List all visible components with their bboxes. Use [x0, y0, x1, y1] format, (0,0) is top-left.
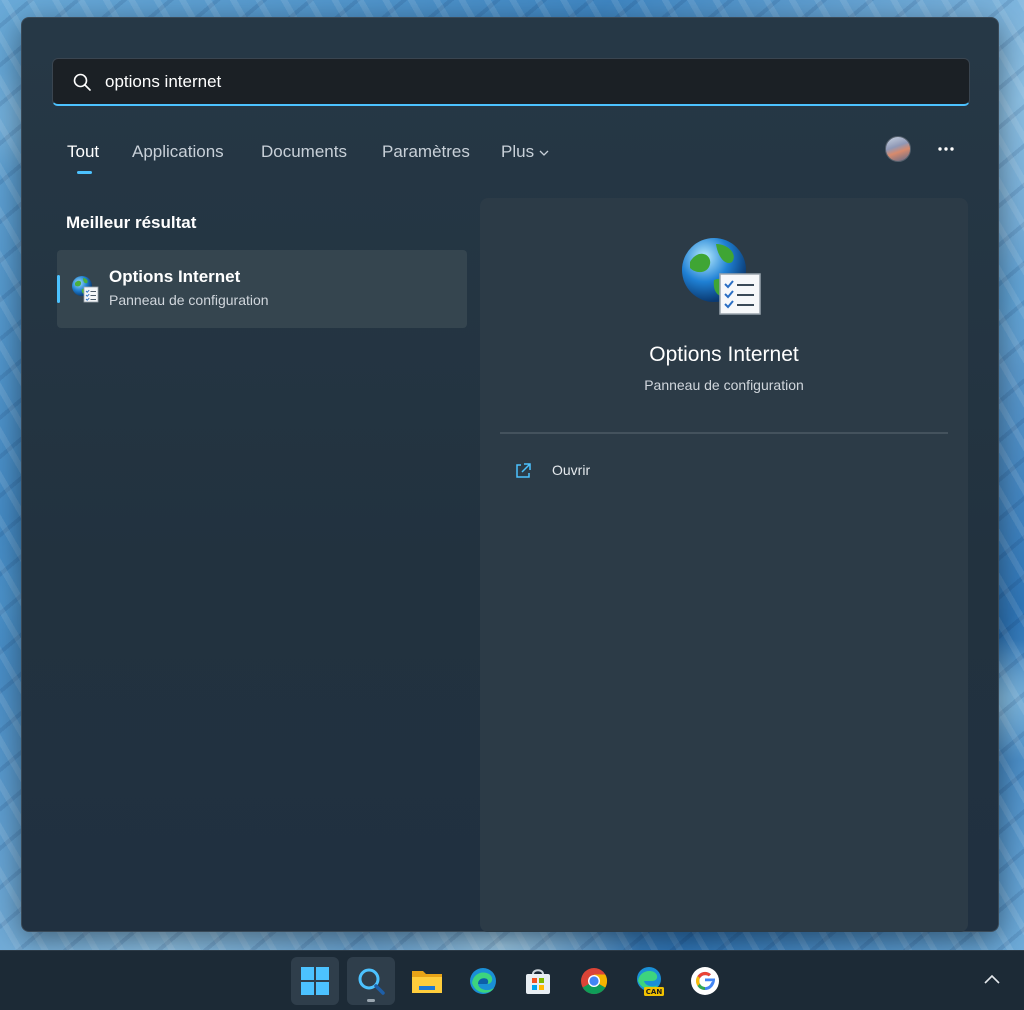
- search-taskbar-icon: [358, 968, 385, 995]
- running-indicator: [367, 999, 375, 1002]
- tab-applications[interactable]: Applications: [132, 142, 224, 162]
- file-explorer-icon: [412, 971, 442, 993]
- selection-indicator: [57, 275, 60, 303]
- microsoft-store-button[interactable]: [514, 957, 562, 1005]
- open-action[interactable]: Ouvrir: [514, 460, 714, 484]
- google-icon: [691, 967, 719, 995]
- open-external-icon: [516, 463, 531, 478]
- user-avatar[interactable]: [885, 136, 911, 162]
- edge-icon: [470, 968, 496, 994]
- tab-parametres[interactable]: Paramètres: [382, 142, 470, 162]
- start-button[interactable]: [291, 957, 339, 1005]
- search-taskbar-button[interactable]: [347, 957, 395, 1005]
- edge-button[interactable]: [459, 957, 507, 1005]
- result-subtitle: Panneau de configuration: [109, 292, 269, 308]
- internet-options-icon: [682, 238, 761, 315]
- open-action-label: Ouvrir: [552, 462, 591, 478]
- tab-plus[interactable]: Plus: [501, 142, 534, 162]
- result-detail-pane: Options Internet Panneau de configuratio…: [480, 198, 968, 932]
- chevron-down-icon[interactable]: [539, 150, 549, 157]
- detail-title: Options Internet: [649, 343, 799, 366]
- more-options-icon[interactable]: [936, 136, 956, 162]
- file-explorer-button[interactable]: [403, 957, 451, 1005]
- search-box[interactable]: options internet: [52, 58, 970, 106]
- tab-documents[interactable]: Documents: [261, 142, 347, 162]
- search-icon: [73, 73, 91, 91]
- chevron-up-icon[interactable]: [983, 973, 1001, 985]
- search-input[interactable]: options internet: [105, 72, 221, 92]
- start-icon: [301, 967, 329, 995]
- active-tab-indicator: [77, 171, 92, 174]
- start-search-panel: options internet Tout Applications Docum…: [21, 17, 999, 932]
- best-match-result[interactable]: Options Internet Panneau de configuratio…: [57, 250, 467, 328]
- taskbar: CAN: [0, 950, 1024, 1010]
- chrome-button[interactable]: [570, 957, 618, 1005]
- result-title: Options Internet: [109, 267, 241, 286]
- tab-tout[interactable]: Tout: [67, 142, 99, 162]
- best-match-heading: Meilleur résultat: [66, 213, 197, 232]
- microsoft-store-icon: [526, 969, 550, 994]
- internet-options-icon: [72, 276, 99, 303]
- divider: [500, 432, 948, 434]
- chrome-icon: [581, 968, 608, 995]
- detail-subtitle: Panneau de configuration: [644, 377, 804, 393]
- filter-tabs: Tout Applications Documents Paramètres P…: [22, 138, 1000, 178]
- edge-canary-icon: CAN: [637, 967, 664, 996]
- google-button[interactable]: [681, 957, 729, 1005]
- canary-badge: CAN: [646, 988, 663, 996]
- edge-canary-button[interactable]: CAN: [626, 957, 674, 1005]
